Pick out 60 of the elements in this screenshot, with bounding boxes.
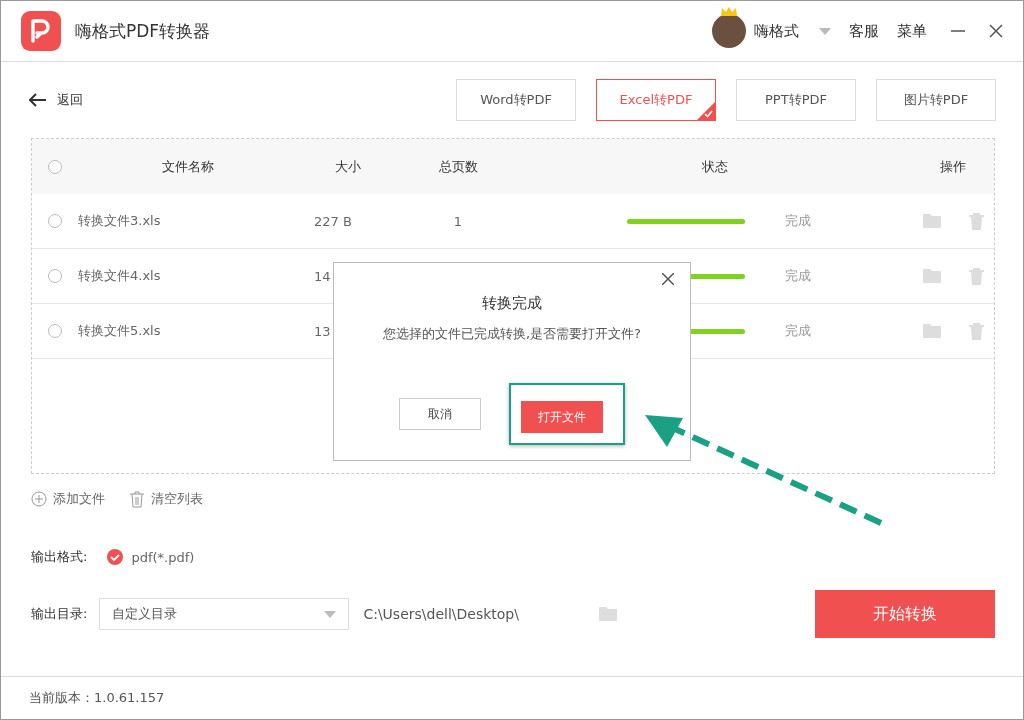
- output-directory-label: 输出目录:: [31, 605, 88, 623]
- dialog-message: 您选择的文件已完成转换,是否需要打开文件?: [382, 325, 641, 343]
- checkmark-corner-icon: [697, 102, 715, 120]
- app-logo-icon: [21, 11, 61, 51]
- caret-icon[interactable]: [324, 610, 337, 618]
- trash-icon[interactable]: [129, 490, 145, 508]
- back-arrow-icon[interactable]: [29, 93, 47, 107]
- user-name[interactable]: 嗨格式: [754, 21, 799, 41]
- start-conversion-button[interactable]: 开始转换: [815, 590, 995, 638]
- folder-icon[interactable]: [599, 607, 618, 621]
- clear-list-button[interactable]: 清空列表: [129, 490, 203, 508]
- row-checkbox[interactable]: [48, 324, 62, 338]
- column-header: 大小: [335, 157, 361, 176]
- conversion-tab[interactable]: PPT转PDF: [736, 79, 856, 121]
- file-name: 转换文件4.xls: [78, 267, 161, 285]
- column-header: 文件名称: [162, 157, 214, 176]
- row-checkbox[interactable]: [48, 269, 62, 283]
- output-format-label: 输出格式:: [31, 548, 88, 566]
- trash-icon[interactable]: [968, 322, 984, 340]
- checkmark-icon: [107, 549, 124, 565]
- plus-circle-icon[interactable]: [31, 491, 47, 507]
- file-size: 13: [314, 323, 331, 339]
- status-text: 完成: [785, 267, 811, 285]
- menu-link[interactable]: 菜单: [897, 21, 927, 41]
- page-count: 1: [453, 213, 463, 229]
- caret-icon[interactable]: [819, 27, 831, 35]
- status-text: 完成: [785, 212, 811, 230]
- user-avatar[interactable]: [712, 14, 746, 48]
- trash-icon[interactable]: [968, 212, 984, 230]
- file-name: 转换文件3.xls: [78, 212, 161, 230]
- file-name: 转换文件5.xls: [78, 322, 161, 340]
- back-button[interactable]: 返回: [29, 91, 83, 109]
- open-file-button[interactable]: 打开文件: [521, 401, 603, 433]
- column-header: 状态: [702, 157, 728, 176]
- close-icon[interactable]: [662, 273, 674, 285]
- column-header: 总页数: [438, 157, 478, 176]
- select-all-checkbox[interactable]: [48, 159, 62, 174]
- close-icon[interactable]: [989, 24, 1003, 38]
- column-header: 操作: [940, 157, 966, 176]
- window-title: 嗨格式PDF转换器: [75, 19, 211, 43]
- file-size: 14: [314, 268, 331, 284]
- conversion-tab[interactable]: 图片转PDF: [876, 79, 996, 121]
- cancel-button[interactable]: 取消: [399, 398, 481, 430]
- output-format-value: pdf(*.pdf): [131, 549, 195, 565]
- add-file-button[interactable]: 添加文件: [31, 490, 105, 508]
- directory-dropdown[interactable]: 自定义目录: [99, 598, 350, 630]
- folder-icon[interactable]: [922, 214, 941, 228]
- trash-icon[interactable]: [968, 267, 984, 285]
- conversion-tab[interactable]: Excel转PDF: [596, 79, 716, 121]
- directory-path: C:\Users\dell\Desktop\: [363, 606, 520, 622]
- file-size: 227 B: [314, 213, 352, 229]
- dialog-title: 转换完成: [482, 294, 542, 313]
- conversion-tab[interactable]: Word转PDF: [456, 79, 576, 121]
- menu-link[interactable]: 客服: [849, 21, 879, 41]
- folder-icon[interactable]: [922, 269, 941, 283]
- row-checkbox[interactable]: [48, 214, 62, 228]
- folder-icon[interactable]: [922, 324, 941, 338]
- crown-icon: [721, 7, 737, 16]
- status-text: 完成: [785, 322, 811, 340]
- version-text: 当前版本：1.0.61.157: [29, 689, 165, 707]
